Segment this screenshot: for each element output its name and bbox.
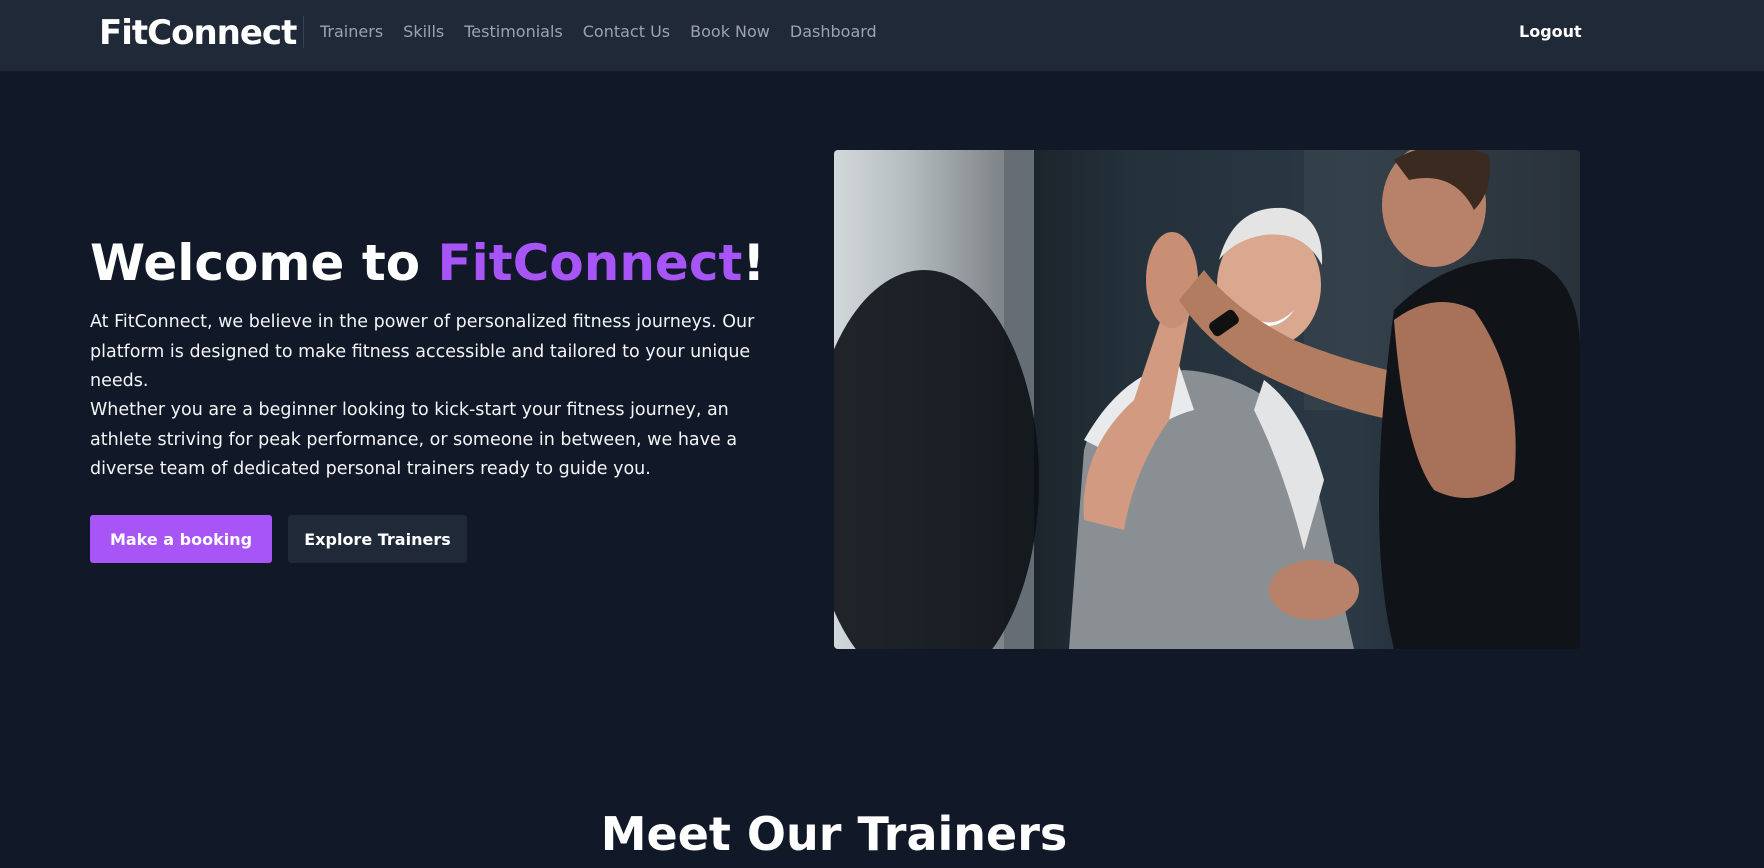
hero-title: Welcome to FitConnect!: [90, 232, 765, 294]
explore-trainers-button[interactable]: Explore Trainers: [288, 515, 467, 563]
hero-title-suffix: !: [742, 234, 766, 292]
hero-details-paragraph: Whether you are a beginner looking to ki…: [90, 400, 738, 479]
hero-title-prefix: Welcome to: [90, 234, 438, 292]
hero-gym-photo: [834, 150, 1580, 649]
nav-link-trainers[interactable]: Trainers: [320, 20, 383, 44]
meet-trainers-heading: Meet Our Trainers: [600, 807, 1068, 861]
nav-link-testimonials[interactable]: Testimonials: [464, 20, 563, 44]
logout-link[interactable]: Logout: [1519, 20, 1582, 44]
nav-link-contact-us[interactable]: Contact Us: [583, 20, 670, 44]
hero-intro-paragraph: At FitConnect, we believe in the power o…: [90, 312, 755, 391]
make-booking-button[interactable]: Make a booking: [90, 515, 272, 563]
gym-high-five-illustration: [834, 150, 1580, 649]
brand-logo[interactable]: FitConnect: [99, 12, 297, 54]
nav-link-book-now[interactable]: Book Now: [690, 20, 770, 44]
nav-link-dashboard[interactable]: Dashboard: [790, 20, 877, 44]
brand-divider: [303, 16, 304, 48]
top-navbar: FitConnect Trainers Skills Testimonials …: [0, 0, 1764, 71]
main-nav: Trainers Skills Testimonials Contact Us …: [320, 20, 897, 44]
nav-link-skills[interactable]: Skills: [403, 20, 444, 44]
hero-title-brand: FitConnect: [437, 234, 743, 292]
